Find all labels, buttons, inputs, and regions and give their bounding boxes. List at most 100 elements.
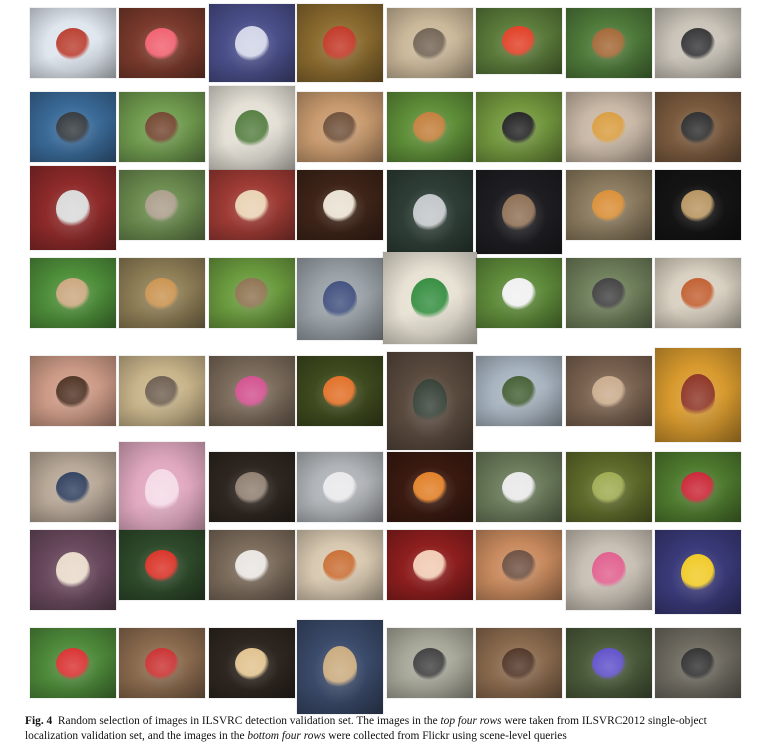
photo-ox-cart [297,92,383,162]
photo-snowmobile [30,8,116,78]
photo-shading [476,170,562,254]
photo-shading [209,356,295,426]
photo-meeting-room [387,628,473,698]
photo-shading [566,452,652,522]
photo-shading [476,452,562,522]
photo-log-pile [566,356,652,426]
photo-shading [655,452,741,522]
photo-sitting-dog [119,258,205,328]
photo-desk-items [476,452,562,522]
photo-red-flower [655,452,741,522]
photo-shading [119,258,205,328]
photo-shading [387,352,473,450]
photo-shading [387,530,473,600]
photo-shading [387,8,473,78]
photo-shading [297,92,383,162]
photo-kids-classroom [566,530,652,610]
photo-dog-with-hat [476,170,562,254]
photo-shading [476,258,562,328]
figure-label: Fig. 4 [25,715,53,727]
photo-man-with-pizza [566,92,652,162]
photo-lamp-lilies [30,530,116,610]
photo-shading [297,4,383,82]
photo-shading [476,628,562,698]
photo-drummers [30,166,116,250]
photo-orange-flowers [297,356,383,426]
photo-room-with-plant [209,86,295,170]
photo-shading [476,8,562,74]
photo-face-with-cake [30,356,116,426]
photo-shading [655,348,741,442]
photo-shading [209,170,295,240]
caption-text: Random selection of images in ILSVRC det… [25,715,707,742]
photo-red-light-garden [119,8,205,78]
photo-desert-camel [476,530,562,600]
photo-rodeo [297,620,383,714]
photo-shading [476,92,562,162]
photo-shading [383,252,477,344]
photo-shading [297,170,383,240]
photo-street-houses [476,356,562,426]
photo-blue-flower [566,628,652,698]
photo-black-dogs [476,92,562,162]
photo-green-bottle-ruler [383,252,477,344]
photo-drum-kit [209,452,295,522]
photo-lizard-night [655,170,741,240]
image-grid [0,0,768,714]
photo-flower-market [209,356,295,426]
photo-pomeranian [387,92,473,162]
photo-dog-on-lawn [566,8,652,78]
photo-shading [655,258,741,328]
photo-shading [119,628,205,698]
caption-part: bottom four rows [247,730,326,742]
photo-shading [297,452,383,522]
caption-part: were collected from Flickr using scene-l… [325,730,567,742]
photo-salad-plate [655,258,741,328]
photo-baseball-field [30,258,116,328]
photo-shading [30,628,116,698]
photo-shading [655,628,741,698]
photo-chalkboard [387,352,473,450]
photo-shading [566,628,652,698]
photo-shading [209,452,295,522]
photo-weimaraner [119,170,205,240]
photo-shading [119,442,205,538]
photo-brunos-pizzeria [119,530,205,600]
photo-man-with-dog [566,258,652,328]
photo-shading [209,258,295,328]
photo-shading [297,356,383,426]
photo-shading [387,628,473,698]
photo-whale [30,92,116,162]
photo-shading [30,356,116,426]
photo-shading [387,452,473,522]
photo-shading [30,258,116,328]
photo-shading [30,530,116,610]
photo-basketball [655,530,741,614]
photo-shading [655,170,741,240]
photo-ladybug [297,4,383,82]
photo-shading [119,356,205,426]
photo-crowd [209,170,295,240]
photo-compass-tile [655,348,741,442]
photo-shading [119,530,205,600]
photo-shading [655,8,741,78]
photo-shading [566,8,652,78]
photo-shading [119,170,205,240]
caption-part: Random selection of images in ILSVRC det… [57,715,441,727]
photo-bar-tv [209,628,295,698]
photo-spotted-dog [476,258,562,328]
photo-soccer [30,628,116,698]
photo-shading [297,258,383,340]
photo-shading [30,452,116,522]
photo-shading [30,166,116,250]
photo-shading [566,258,652,328]
photo-shading [476,530,562,600]
photo-shading [566,92,652,162]
photo-shading [387,92,473,162]
photo-dog-under-table [655,8,741,78]
figure-caption: Fig. 4 Random selection of images in ILS… [25,714,745,744]
photo-shading [209,530,295,600]
photo-shading [566,170,652,240]
photo-shading [655,530,741,614]
photo-house-shopfront [119,356,205,426]
